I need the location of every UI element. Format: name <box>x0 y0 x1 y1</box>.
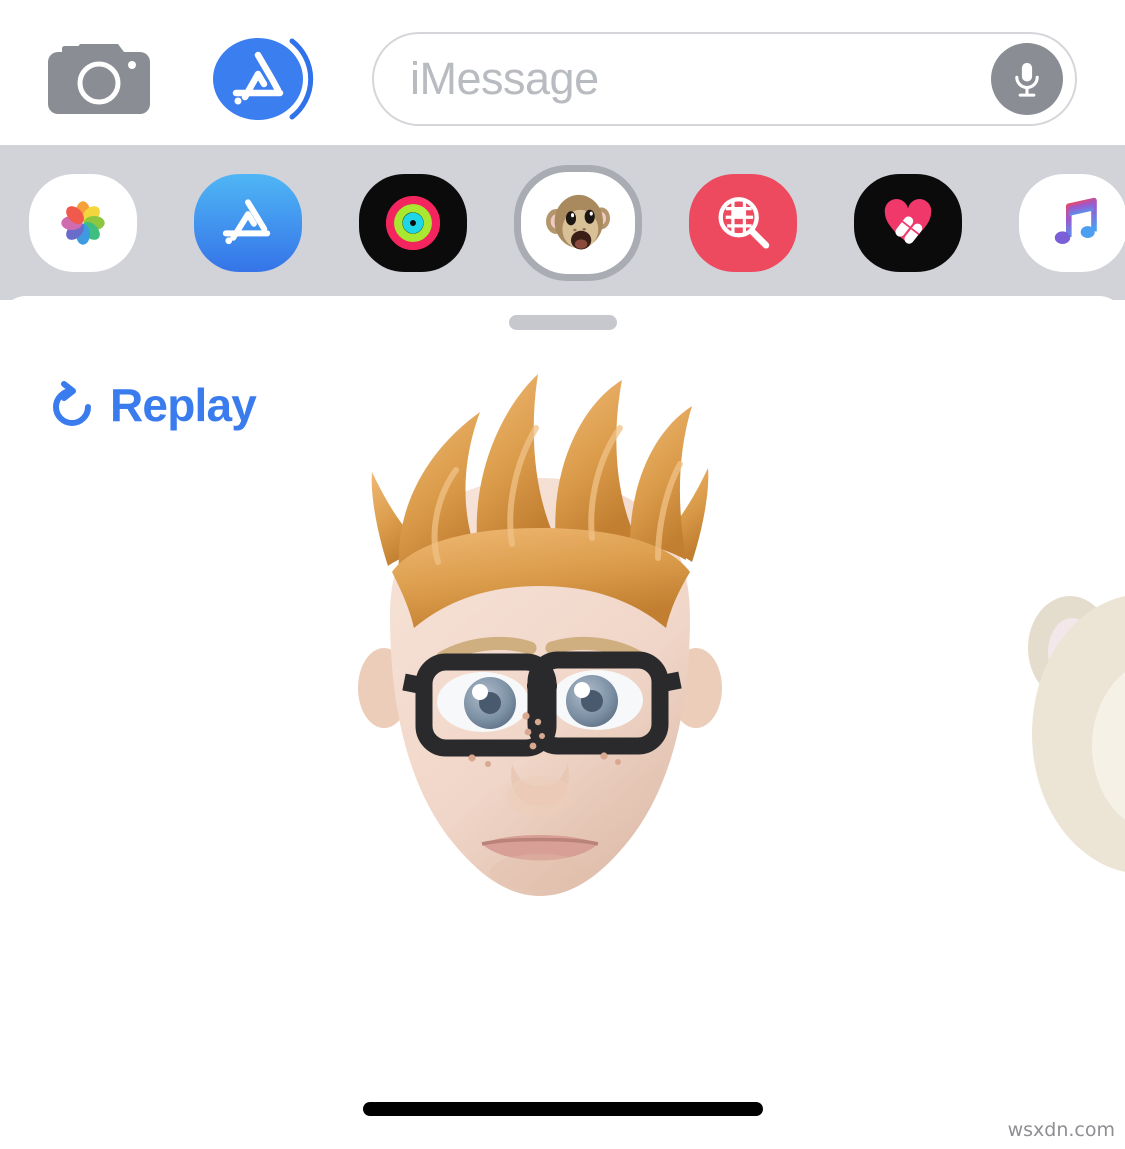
next-memoji-avatar[interactable] <box>1012 556 1125 906</box>
digital-touch-icon <box>853 173 962 272</box>
memoji-monkey-icon <box>524 174 632 272</box>
camera-icon[interactable] <box>48 40 150 114</box>
app-drawer-item-images[interactable] <box>660 145 825 300</box>
home-indicator <box>362 1102 763 1116</box>
app-store-icon <box>193 173 302 272</box>
app-drawer-item-photos[interactable] <box>0 145 165 300</box>
app-store-icon[interactable] <box>212 33 316 125</box>
apple-music-icon <box>1018 173 1125 272</box>
message-input-field[interactable]: iMessage <box>372 32 1077 126</box>
imessage-app-drawer[interactable] <box>0 145 1125 300</box>
memoji-panel: Replay wsxdn.com <box>0 296 1125 1149</box>
app-drawer-item-digital-touch[interactable] <box>825 145 990 300</box>
app-drawer-item-app-store[interactable] <box>165 145 330 300</box>
app-drawer-item-music[interactable] <box>990 145 1125 300</box>
memoji-avatar[interactable] <box>330 366 750 956</box>
activity-rings-icon <box>358 173 467 272</box>
message-toolbar: iMessage <box>0 0 1125 145</box>
image-search-icon <box>688 173 797 272</box>
message-input-placeholder: iMessage <box>410 53 599 104</box>
imessage-memoji-screen: iMessage Replay wsxdn.com <box>0 0 1125 1149</box>
drag-handle[interactable] <box>508 315 617 330</box>
photos-icon <box>28 173 137 272</box>
app-drawer-item-activity[interactable] <box>330 145 495 300</box>
microphone-icon[interactable] <box>991 43 1063 115</box>
watermark: wsxdn.com <box>1007 1119 1115 1141</box>
app-drawer-item-memoji[interactable] <box>495 145 660 300</box>
memoji-carousel[interactable] <box>0 356 1125 976</box>
